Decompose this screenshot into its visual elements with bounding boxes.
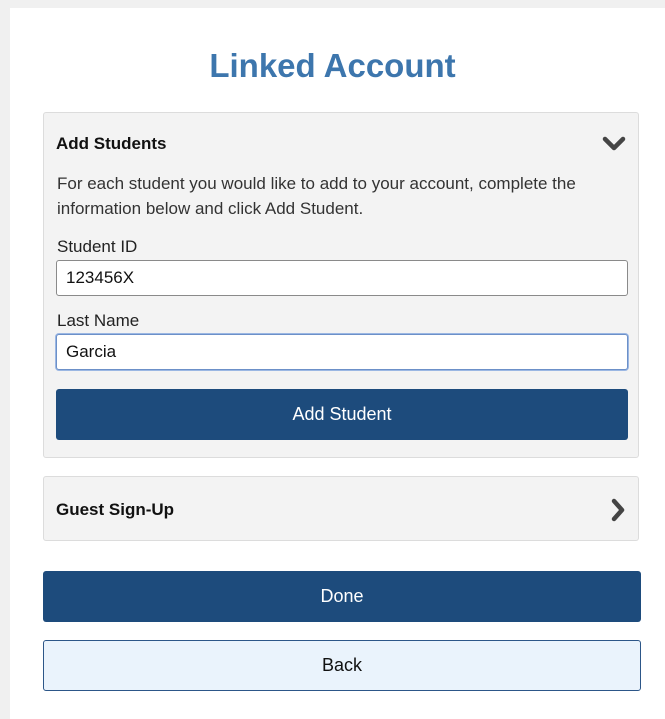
add-students-panel: Add Students For each student you would … [43, 112, 639, 458]
add-student-button[interactable]: Add Student [56, 389, 628, 440]
done-button[interactable]: Done [43, 571, 641, 622]
chevron-down-icon[interactable] [600, 133, 626, 155]
guest-signup-title: Guest Sign-Up [56, 500, 175, 519]
add-students-title: Add Students [56, 134, 167, 153]
page-title: Linked Account [209, 47, 456, 84]
back-button[interactable]: Back [43, 640, 641, 691]
page-container: Linked Account Add Students For each stu… [10, 8, 665, 719]
add-students-header[interactable]: Add Students [56, 131, 626, 157]
add-students-description: For each student you would like to add t… [57, 174, 576, 218]
student-id-label: Student ID [57, 237, 138, 256]
chevron-right-icon[interactable] [600, 498, 626, 522]
last-name-label: Last Name [57, 311, 140, 330]
guest-signup-panel: Guest Sign-Up [43, 476, 639, 541]
last-name-input[interactable] [56, 334, 628, 370]
student-id-input[interactable] [56, 260, 628, 296]
guest-signup-header[interactable]: Guest Sign-Up [56, 495, 626, 525]
